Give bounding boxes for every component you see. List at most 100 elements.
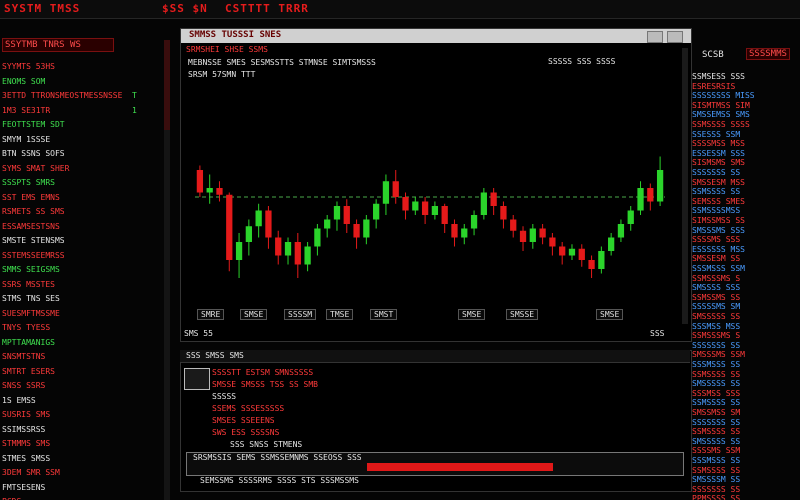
- candle[interactable]: [363, 215, 370, 245]
- watchlist-row[interactable]: 3ETTD TTRONSMEOSTMESSNSSE T: [0, 91, 160, 101]
- candle[interactable]: [431, 201, 439, 220]
- watchlist-row[interactable]: ESSAMSESTSNS: [0, 222, 160, 232]
- candle[interactable]: [382, 174, 390, 216]
- ticker-row[interactable]: SMSSSMS SSM: [692, 350, 800, 360]
- candle[interactable]: [216, 181, 223, 202]
- ticker-row[interactable]: SSMSSSSMSS: [692, 206, 800, 216]
- ticker-row[interactable]: SSMSSSMS S: [692, 331, 800, 341]
- candle[interactable]: [421, 197, 429, 224]
- candle[interactable]: [353, 219, 360, 249]
- ticker-row[interactable]: SSSSSSS SS: [692, 418, 800, 428]
- candle[interactable]: [608, 233, 615, 256]
- candle[interactable]: [637, 181, 644, 215]
- watchlist-row[interactable]: SMMS SEIGSMS: [0, 265, 160, 275]
- chart-scrollbar[interactable]: [682, 48, 688, 324]
- ticker-row[interactable]: SSMSSMS SS: [692, 293, 800, 303]
- ticker-row[interactable]: SSMSSSMS S: [692, 274, 800, 284]
- right-panel-header-badge[interactable]: SSSSMMS: [746, 48, 790, 60]
- watchlist-row[interactable]: SMYM 1SSSE: [0, 135, 160, 145]
- candle[interactable]: [470, 210, 478, 236]
- candle[interactable]: [656, 156, 664, 207]
- watchlist-row[interactable]: MPTTAMANIGS: [0, 338, 160, 348]
- candle[interactable]: [265, 206, 272, 249]
- candle[interactable]: [480, 188, 487, 220]
- candle[interactable]: [568, 244, 576, 260]
- candle[interactable]: [617, 219, 625, 243]
- candle[interactable]: [461, 224, 468, 245]
- ticker-row[interactable]: SSSSSSS SS: [692, 341, 800, 351]
- ticker-row[interactable]: SISMTMSS SIM: [692, 101, 800, 111]
- candle[interactable]: [196, 165, 204, 198]
- ticker-row[interactable]: SSSSSSSS MISS: [692, 91, 800, 101]
- candle[interactable]: [226, 192, 233, 272]
- watchlist-row[interactable]: SYMS SMAT SHER: [0, 164, 160, 174]
- watchlist-row[interactable]: FMTSESENS: [0, 483, 160, 493]
- watchlist-row[interactable]: SUSRIS SMS: [0, 410, 160, 420]
- candle[interactable]: [412, 197, 419, 215]
- candle[interactable]: [529, 224, 536, 249]
- close-button[interactable]: [667, 31, 683, 43]
- candle[interactable]: [451, 219, 458, 247]
- order-thumbnail[interactable]: [184, 368, 210, 390]
- ticker-row[interactable]: SEMSSS SMES: [692, 197, 800, 207]
- candle[interactable]: [598, 246, 605, 274]
- candle[interactable]: [539, 224, 546, 245]
- watchlist-row[interactable]: SMSTE STENSMS: [0, 236, 160, 246]
- watchlist-row[interactable]: SUESMFTMSSME: [0, 309, 160, 319]
- ticker-row[interactable]: SMSSSS SSS: [692, 283, 800, 293]
- watchlist-row[interactable]: TNYS TYESS: [0, 323, 160, 333]
- watchlist-row[interactable]: 3DEM SMR SSM: [0, 468, 160, 478]
- candle[interactable]: [245, 219, 252, 256]
- watchlist-row[interactable]: STMS TNS SES: [0, 294, 160, 304]
- candle[interactable]: [510, 215, 517, 238]
- candle[interactable]: [206, 174, 213, 204]
- candle[interactable]: [333, 201, 341, 231]
- ticker-row[interactable]: SSSSMS SSS: [692, 235, 800, 245]
- watchlist-row[interactable]: SSTEMSSEEMRSS: [0, 251, 160, 261]
- ticker-row[interactable]: SSMSSSS SS: [692, 370, 800, 380]
- candle[interactable]: [559, 242, 566, 265]
- ticker-row[interactable]: SSSMSSS SS: [692, 456, 800, 466]
- ticker-row[interactable]: ESSESSM SSS: [692, 149, 800, 159]
- chart-toolbar[interactable]: MEBNSSE SMES SESMSSTTS STMNSE SIMTSMSSS: [188, 58, 376, 67]
- candle[interactable]: [284, 237, 292, 265]
- candle[interactable]: [373, 199, 380, 229]
- ticker-row[interactable]: SMSSMSS SM: [692, 408, 800, 418]
- ticker-row[interactable]: SSMSESS SSS: [692, 72, 800, 82]
- watchlist-row[interactable]: 1M3 SE31TR 1: [0, 106, 160, 116]
- candle[interactable]: [519, 226, 527, 251]
- chart-window-titlebar[interactable]: SMMSS TUSSSI SNES: [181, 29, 691, 43]
- watchlist-row[interactable]: SSRS MSSTES: [0, 280, 160, 290]
- ticker-row[interactable]: SMSSSSM SS: [692, 475, 800, 485]
- ticker-row[interactable]: SSSMSSS SS: [692, 360, 800, 370]
- candle[interactable]: [647, 183, 654, 211]
- ticker-row[interactable]: SMSSSSS SS: [692, 312, 800, 322]
- chart-toolbar-right[interactable]: SSSSS SSS SSSS: [548, 57, 615, 66]
- ticker-row[interactable]: SSSMSS SSS: [692, 389, 800, 399]
- watchlist-row[interactable]: SMTRT ESERS: [0, 367, 160, 377]
- candle[interactable]: [490, 188, 497, 215]
- ticker-row[interactable]: SSMSSSS SS: [692, 187, 800, 197]
- watchlist-row[interactable]: BTN SSNS SOFS: [0, 149, 160, 159]
- watchlist-row[interactable]: SNSMTSTNS: [0, 352, 160, 362]
- candle[interactable]: [294, 233, 301, 278]
- ticker-row[interactable]: SSESSS SSM: [692, 130, 800, 140]
- watchlist-row[interactable]: SYYMTS 53HS: [0, 62, 160, 72]
- left-scrollbar[interactable]: [164, 40, 170, 500]
- ticker-row[interactable]: SMSSSSS SS: [692, 437, 800, 447]
- ticker-row[interactable]: SMSSSSS SS: [692, 379, 800, 389]
- watchlist-row[interactable]: STMES SMSS: [0, 454, 160, 464]
- ticker-row[interactable]: ESSSSSS MSS: [692, 245, 800, 255]
- watchlist-row[interactable]: SNSS SSRS: [0, 381, 160, 391]
- watchlist-row[interactable]: STMMMS SMS: [0, 439, 160, 449]
- ticker-row[interactable]: SSSSSSS SS: [692, 168, 800, 178]
- candle[interactable]: [275, 230, 282, 265]
- candle[interactable]: [578, 244, 585, 267]
- ticker-row[interactable]: SSMSSSS SS: [692, 427, 800, 437]
- watchlist-row[interactable]: SSIMSSRSS: [0, 425, 160, 435]
- candle[interactable]: [500, 201, 507, 229]
- ticker-row[interactable]: SSMSSSS SSSS: [692, 120, 800, 130]
- ticker-row[interactable]: SSSMSSS SSM: [692, 264, 800, 274]
- watchlist-row[interactable]: ENOMS SOM: [0, 77, 160, 87]
- left-panel-header[interactable]: SSYTMB TNRS WS: [2, 38, 114, 52]
